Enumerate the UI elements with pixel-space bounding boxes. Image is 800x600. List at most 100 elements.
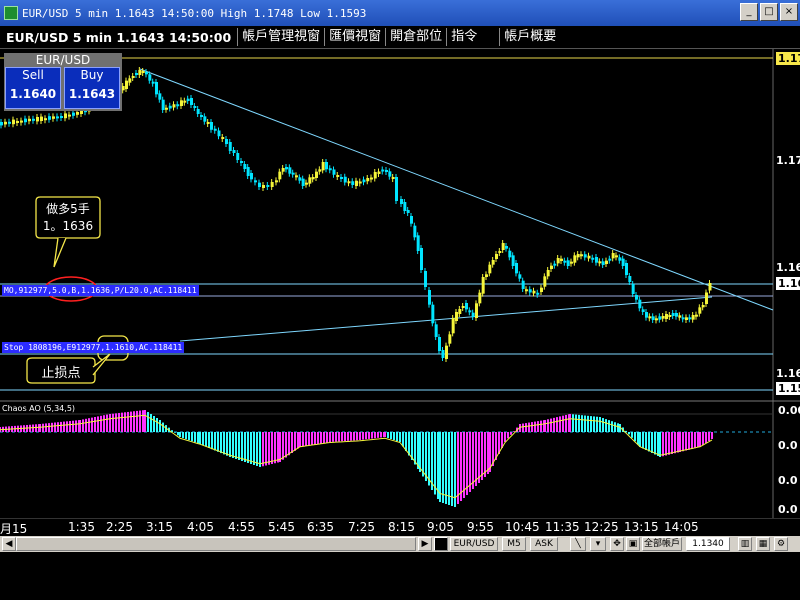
candle-body [190,98,193,105]
candle-body [266,185,270,187]
account-selector[interactable]: 全部帳戶 [642,537,682,551]
candle-body [420,248,423,270]
menu-rates-window[interactable]: 匯價視窗 [324,28,385,46]
candle-body [468,310,472,313]
candle-body [595,257,598,263]
time-label: 1:35 [68,520,95,534]
candle-body [225,139,228,144]
time-label: 9:55 [467,520,494,534]
candle-body [141,71,145,73]
indicator-icon[interactable]: ▦ [756,537,770,551]
buy-button[interactable]: Buy 1.1643 [64,67,120,109]
price-label-low: 1.15 [776,382,800,395]
candle-body [203,116,207,122]
sell-button[interactable]: Sell 1.1640 [5,67,61,109]
candle-body [505,246,508,249]
buy-note-line2: 1。1636 [42,219,94,233]
ao-label-4: 0.0 [778,503,798,516]
up-trendline[interactable] [179,296,713,342]
candle-body [308,177,312,184]
screenshot-icon[interactable]: ▣ [626,537,640,551]
candle-body [388,171,392,177]
dropdown-icon[interactable]: ▾ [590,537,606,551]
candle-body [540,287,543,292]
candle-body [315,171,318,178]
candle-body [553,263,557,266]
candle-body [0,122,3,126]
crosshair-icon[interactable]: ✥ [610,537,624,551]
grid-icon[interactable] [434,537,448,551]
buy-note-pointer [53,237,67,268]
candle-body [370,177,373,180]
candle-body [381,169,385,172]
symbol-selector[interactable]: EUR/USD [450,537,498,551]
candle-body [131,76,135,78]
candle-body [56,116,59,119]
candle-body [186,98,190,101]
candle-body [618,257,622,261]
candle-body [148,74,152,81]
candle-body [385,170,388,172]
candle-body [705,292,708,304]
candle-body [498,251,502,253]
price-field[interactable]: 1.1340 [686,537,730,551]
candle-body [708,283,712,291]
candle-body [434,324,438,337]
ao-label-3: 0.0 [778,474,798,487]
price-label-2: 1.17 [776,154,800,167]
candle-body [508,250,512,258]
candle-body [243,164,247,169]
candle-body [180,100,183,106]
candle-body [32,118,35,121]
candle-body [161,99,165,110]
candle-body [625,263,628,275]
restore-button[interactable]: □ [760,3,778,21]
time-label: 6:35 [307,520,334,534]
candle-body [236,153,240,160]
entry-order-label[interactable]: MO,912977,5.0,B,1.1636,P/L20.0,AC.118411 [2,285,199,296]
settings-icon[interactable]: ⚙ [774,537,788,551]
stop-order-label[interactable]: Stop 1808196,E912977,1.1610,AC.118411 [2,342,185,353]
candle-body [250,173,253,180]
menu-open-positions[interactable]: 開倉部位 [385,28,446,46]
candle-body [701,305,705,308]
price-side-selector[interactable]: ASK [530,537,558,551]
candle-body [217,130,221,137]
candle-body [351,181,355,185]
chart-scrollbar[interactable] [16,537,416,551]
menu-orders[interactable]: 指令 [446,28,481,46]
candle-body [451,318,455,334]
candle-body [465,303,468,310]
candle-body [213,128,217,131]
scroll-right-icon[interactable]: ▶ [418,537,432,551]
candle-body [340,177,343,179]
candle-body [518,274,522,279]
candle-body [228,142,232,151]
candle-body [525,289,528,292]
candle-body [661,316,665,319]
candle-body [377,171,381,174]
menu-account-summary[interactable]: 帳戶概要 [499,28,560,46]
price-label-4: 1.16 [776,367,800,380]
line-tool-icon[interactable]: ╲ [570,537,586,551]
candle-body [151,81,155,84]
candle-body [305,182,308,185]
open-order-price-label: 1.16 [776,277,800,290]
candle-body [295,175,298,178]
candle-body [413,225,417,238]
period-selector[interactable]: M5 [502,537,526,551]
down-trendline[interactable] [139,68,774,311]
candle-body [441,350,445,358]
close-button[interactable]: × [780,3,798,21]
menu-account-management[interactable]: 帳戶管理視窗 [237,28,324,46]
candle-body [193,106,197,108]
chart-type-icon[interactable]: ▥ [738,537,752,551]
minimize-button[interactable]: _ [740,3,758,21]
time-label: 5:45 [268,520,295,534]
scroll-left-icon[interactable]: ◀ [2,537,16,551]
candle-body [358,181,362,184]
candle-body [543,276,547,287]
stop-note-text: 止损点 [41,366,81,381]
candle-body [431,304,435,324]
candle-body [246,167,250,176]
